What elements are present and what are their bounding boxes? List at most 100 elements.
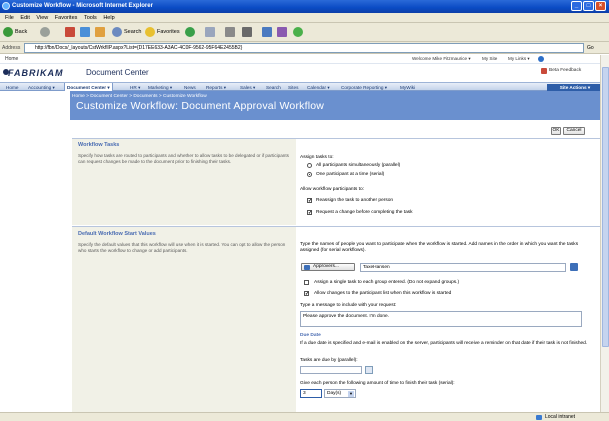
participants-instructions: Type the names of people you want to par… [300, 242, 579, 254]
parallel-radio[interactable] [307, 163, 312, 168]
print-icon [225, 26, 235, 37]
history-button[interactable] [185, 26, 197, 39]
due-date-label: Tasks are due by (parallel): [300, 358, 358, 363]
menu-favorites[interactable]: Favorites [55, 13, 78, 23]
calendar-icon[interactable] [365, 366, 373, 374]
allow-participants-label: Allow workflow participants to: [300, 187, 364, 192]
approvers-button[interactable]: Approvers... [301, 263, 355, 271]
feedback-icon [541, 68, 547, 74]
breadcrumb[interactable]: Home > Document Center > Documents > Cus… [72, 94, 207, 99]
research-icon [277, 26, 287, 37]
due-date-description: If a due date is specified and e-mail is… [300, 341, 588, 346]
forward-button[interactable] [40, 26, 52, 39]
mail-button[interactable] [205, 26, 217, 39]
sharepoint-top-bar: Home Welcome Mike Fitzmaurice ▾ My Site … [0, 55, 609, 64]
reassign-checkbox[interactable]: ✓ [307, 198, 312, 204]
menu-bar: File Edit View Favorites Tools Help [0, 13, 609, 23]
address-book-icon[interactable] [570, 263, 578, 271]
defaults-section-bg [72, 227, 296, 412]
status-bar: Local intranet [0, 412, 609, 421]
brand-logo: FABRIKAM [8, 68, 64, 78]
maximize-button[interactable]: □ [583, 1, 594, 11]
help-icon[interactable] [538, 56, 544, 62]
browser-window: Customize Workflow - Microsoft Internet … [0, 0, 609, 421]
parallel-radio-label: All participants simultaneously (paralle… [316, 163, 401, 168]
scrollbar-thumb[interactable] [602, 67, 609, 347]
title-bar: Customize Workflow - Microsoft Internet … [0, 0, 609, 13]
welcome-menu[interactable]: Welcome Mike Fitzmaurice ▾ [412, 56, 471, 62]
my-links-menu[interactable]: My Links ▾ [508, 56, 530, 62]
back-button[interactable]: Back [3, 26, 27, 39]
history-icon [185, 26, 195, 37]
address-bar: Address http://fbn/Docs/_layouts/CstWrkf… [0, 42, 609, 54]
cancel-button[interactable]: Cancel [563, 127, 585, 135]
people-icon [304, 265, 310, 270]
message-textarea[interactable]: Please approve the document. I'm done. [300, 311, 582, 327]
close-button[interactable]: × [595, 1, 606, 11]
menu-help[interactable]: Help [103, 13, 114, 23]
request-change-checkbox[interactable]: ✓ [307, 210, 312, 216]
site-actions-menu[interactable]: Site Actions ▾ [547, 84, 603, 91]
menu-file[interactable]: File [5, 13, 14, 23]
favorites-button[interactable]: Favorites [145, 26, 180, 39]
stop-icon [65, 26, 75, 37]
address-label: Address [2, 45, 21, 51]
discuss-button[interactable] [262, 26, 274, 39]
go-button[interactable]: Go [587, 43, 607, 53]
print-button[interactable] [225, 26, 237, 39]
site-name: Document Center [86, 68, 149, 77]
approvers-field[interactable]: TaxeHansen [360, 263, 566, 272]
defaults-section-description: Specify the default values that this wor… [78, 242, 286, 254]
allow-changes-checkbox[interactable]: ✓ [304, 291, 309, 297]
search-icon [112, 26, 122, 37]
home-icon [95, 26, 105, 37]
due-date-input[interactable] [300, 366, 362, 374]
ie-icon [2, 2, 10, 10]
beta-feedback-link[interactable]: Beta Feedback [549, 68, 581, 73]
my-site-link[interactable]: My Site [482, 56, 497, 61]
menu-tools[interactable]: Tools [84, 13, 97, 23]
stop-button[interactable] [65, 26, 77, 39]
minimize-button[interactable]: _ [571, 1, 582, 11]
home-link[interactable]: Home [5, 56, 18, 62]
window-title: Customize Workflow - Microsoft Internet … [12, 3, 153, 9]
messenger-button[interactable] [293, 26, 305, 39]
refresh-button[interactable] [80, 26, 92, 39]
menu-view[interactable]: View [36, 13, 48, 23]
assign-tasks-label: Assign tasks to: [300, 155, 334, 160]
single-task-checkbox-label: Assign a single task to each group enter… [314, 280, 460, 285]
discuss-icon [262, 26, 272, 37]
forward-arrow-icon [40, 26, 50, 37]
ok-button[interactable]: OK [551, 127, 561, 135]
messenger-icon [293, 26, 303, 37]
duration-label: Give each person the following amount of… [300, 381, 455, 386]
serial-radio[interactable] [307, 172, 312, 177]
duration-input[interactable]: 3 [300, 389, 322, 398]
defaults-section-header: Default Workflow Start Values [78, 231, 156, 237]
edit-button[interactable] [242, 26, 254, 39]
research-button[interactable] [277, 26, 289, 39]
toolbar: Back Search Favorites [0, 23, 609, 42]
duration-unit-select[interactable]: Day(s) ▼ [324, 389, 356, 398]
tasks-section-bg [72, 139, 296, 225]
single-task-checkbox[interactable] [304, 280, 309, 285]
intranet-icon [536, 415, 542, 420]
zone-label: Local intranet [545, 414, 576, 420]
star-icon [145, 26, 155, 37]
request-change-checkbox-label: Request a change before completing the t… [316, 210, 413, 215]
serial-radio-label: One participant at a time (serial) [316, 172, 385, 177]
allow-changes-checkbox-label: Allow changes to the participant list wh… [314, 291, 452, 296]
page-title: Customize Workflow: Document Approval Wo… [76, 100, 325, 112]
reassign-checkbox-label: Reassign the task to another person [316, 198, 394, 203]
vertical-scrollbar[interactable] [600, 55, 609, 412]
edit-icon [242, 26, 252, 37]
home-button[interactable] [95, 26, 107, 39]
top-navigation: Home Accounting ▾ Document Center ▾ HR ▾… [0, 82, 609, 92]
due-date-header: Due Date [300, 333, 321, 338]
tasks-section-header: Workflow Tasks [78, 142, 120, 148]
mail-icon [205, 26, 215, 37]
search-button[interactable]: Search [112, 26, 141, 39]
menu-edit[interactable]: Edit [20, 13, 29, 23]
address-input[interactable]: http://fbn/Docs/_layouts/CstWrkflIP.aspx… [24, 43, 584, 53]
tasks-section-description: Specify how tasks are routed to particip… [78, 153, 289, 165]
